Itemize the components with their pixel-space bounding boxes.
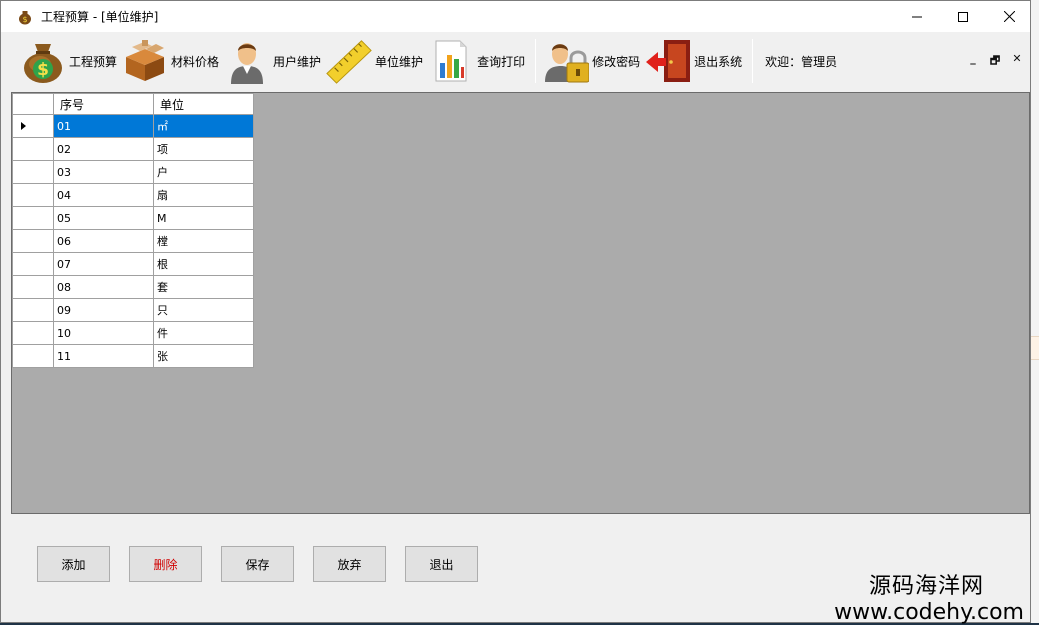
add-button[interactable]: 添加 (37, 546, 110, 582)
cell-unit[interactable]: 件 (153, 321, 254, 345)
unit-data-grid[interactable]: 序号 单位 01 ㎡ 02 项 03 户 04 扇 05 M 06 樘 07 根 08 套 09 只 10 件 11 张 (11, 92, 1030, 514)
cell-unit[interactable]: 只 (153, 298, 254, 322)
cell-unit[interactable]: 张 (153, 344, 254, 368)
close-button[interactable] (986, 1, 1032, 32)
row-header[interactable] (12, 275, 54, 299)
cell-no[interactable]: 01 (53, 114, 154, 138)
row-header[interactable] (12, 298, 54, 322)
table-row[interactable]: 01 ㎡ (12, 114, 254, 138)
toolbar-separator (752, 39, 754, 83)
cell-no[interactable]: 04 (53, 183, 154, 207)
cell-unit[interactable]: 扇 (153, 183, 254, 207)
minimize-button[interactable] (894, 1, 940, 32)
cell-unit[interactable]: 樘 (153, 229, 254, 253)
delete-button[interactable]: 删除 (129, 546, 202, 582)
cell-no[interactable]: 07 (53, 252, 154, 276)
action-buttons: 添加 删除 保存 放弃 退出 (37, 546, 478, 582)
toolbar-query-print-button[interactable]: 查询打印 (427, 35, 525, 87)
cell-unit[interactable]: 项 (153, 137, 254, 161)
row-header[interactable] (12, 344, 54, 368)
cell-no[interactable]: 06 (53, 229, 154, 253)
boxes-icon (121, 37, 169, 85)
mdi-close-icon[interactable]: ✕ (1008, 52, 1026, 71)
table-row[interactable]: 05 M (12, 206, 254, 230)
app-money-bag-icon: $ (19, 10, 31, 24)
title-bar: $ 工程预算 - [单位维护] (1, 1, 1030, 32)
row-header[interactable] (12, 229, 54, 253)
column-header-unit[interactable]: 单位 (153, 93, 254, 115)
ruler-icon (325, 37, 373, 85)
toolbar-budget-label: 工程预算 (69, 54, 118, 69)
cell-no[interactable]: 09 (53, 298, 154, 322)
watermark-line2: www.codehy.com (834, 600, 1024, 625)
toolbar-exit-system-label: 退出系统 (694, 54, 743, 69)
table-row[interactable]: 03 户 (12, 160, 254, 184)
row-header[interactable] (12, 183, 54, 207)
toolbar-budget-button[interactable]: $ 工程预算 (19, 35, 117, 87)
main-window: $ 工程预算 - [单位维护] $ 工程预算 材料价格 用户维护 单位维护 查询… (0, 0, 1031, 625)
mdi-window-controls: _ 🗗 ✕ (964, 52, 1026, 71)
toolbar-exit-system-button[interactable]: 退出系统 (644, 35, 742, 87)
mdi-minimize-icon[interactable]: _ (964, 52, 982, 71)
exit-door-icon (644, 37, 692, 85)
table-row[interactable]: 08 套 (12, 275, 254, 299)
column-header-no[interactable]: 序号 (53, 93, 154, 115)
current-row-arrow-icon (21, 122, 26, 130)
save-button[interactable]: 保存 (221, 546, 294, 582)
exit-button[interactable]: 退出 (405, 546, 478, 582)
user-icon (223, 37, 271, 85)
cell-no[interactable]: 10 (53, 321, 154, 345)
mdi-restore-icon[interactable]: 🗗 (986, 52, 1004, 71)
toolbar-unit-maintenance-label: 单位维护 (375, 54, 424, 69)
table-row[interactable]: 02 项 (12, 137, 254, 161)
cell-no[interactable]: 08 (53, 275, 154, 299)
window-title: 工程预算 - [单位维护] (41, 10, 159, 24)
table-row[interactable]: 04 扇 (12, 183, 254, 207)
cell-unit[interactable]: 套 (153, 275, 254, 299)
row-header[interactable] (12, 114, 54, 138)
user-lock-icon (542, 37, 590, 85)
maximize-icon (958, 11, 968, 22)
cell-unit[interactable]: 户 (153, 160, 254, 184)
table-row[interactable]: 09 只 (12, 298, 254, 322)
svg-text:$: $ (22, 15, 27, 24)
cell-no[interactable]: 05 (53, 206, 154, 230)
row-header[interactable] (12, 206, 54, 230)
toolbar-change-password-label: 修改密码 (592, 54, 641, 69)
table-row[interactable]: 11 张 (12, 344, 254, 368)
table-row[interactable]: 06 樘 (12, 229, 254, 253)
toolbar-material-price-button[interactable]: 材料价格 (121, 35, 219, 87)
toolbar-user-maintenance-label: 用户维护 (273, 54, 322, 69)
toolbar-unit-maintenance-button[interactable]: 单位维护 (325, 35, 423, 87)
grid-corner-header[interactable] (12, 93, 54, 115)
toolbar-change-password-button[interactable]: 修改密码 (542, 35, 640, 87)
discard-button[interactable]: 放弃 (313, 546, 386, 582)
watermark-line1: 源码海洋网 (868, 574, 984, 599)
maximize-button[interactable] (940, 1, 986, 32)
report-chart-icon (427, 37, 475, 85)
table-row[interactable]: 07 根 (12, 252, 254, 276)
table-row[interactable]: 10 件 (12, 321, 254, 345)
toolbar-query-print-label: 查询打印 (477, 54, 526, 69)
watermark: 源码海洋网 www.codehy.com (834, 568, 1024, 625)
close-icon (1003, 11, 1015, 22)
main-toolbar: $ 工程预算 材料价格 用户维护 单位维护 查询打印 修改密码 退出系统 欢迎：… (1, 32, 1030, 90)
cell-no[interactable]: 03 (53, 160, 154, 184)
cell-unit[interactable]: ㎡ (153, 114, 254, 138)
toolbar-separator (535, 39, 537, 83)
money-bag-icon: $ (19, 37, 67, 85)
welcome-text: 欢迎：管理员 (765, 54, 838, 69)
svg-text:$: $ (37, 60, 49, 80)
cell-no[interactable]: 02 (53, 137, 154, 161)
cell-no[interactable]: 11 (53, 344, 154, 368)
toolbar-material-price-label: 材料价格 (171, 54, 220, 69)
row-header[interactable] (12, 137, 54, 161)
cell-unit[interactable]: 根 (153, 252, 254, 276)
minimize-icon (912, 16, 922, 17)
toolbar-user-maintenance-button[interactable]: 用户维护 (223, 35, 321, 87)
row-header[interactable] (12, 252, 54, 276)
row-header[interactable] (12, 321, 54, 345)
row-header[interactable] (12, 160, 54, 184)
cell-unit[interactable]: M (153, 206, 254, 230)
